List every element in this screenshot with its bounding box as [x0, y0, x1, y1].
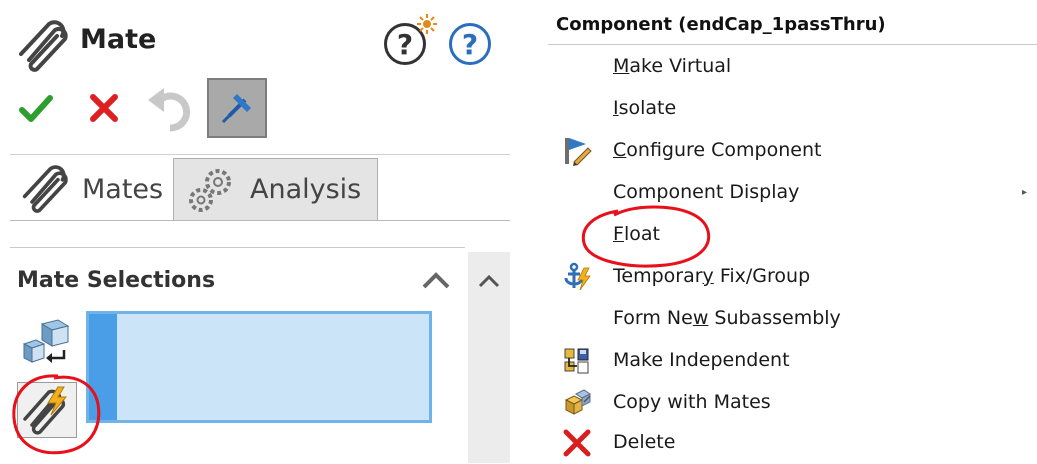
- scroll-up-arrow-icon[interactable]: [468, 266, 510, 296]
- vertical-scrollbar[interactable]: [468, 252, 510, 463]
- mate-selections-list[interactable]: [86, 311, 432, 423]
- gears-icon: [189, 168, 231, 212]
- menu-item-isolate[interactable]: Isolate: [548, 88, 1037, 130]
- multiple-mate-mode-button[interactable]: [17, 382, 77, 438]
- page-title: Mate: [80, 24, 157, 55]
- tab-mates-label: Mates: [82, 173, 164, 205]
- mate-property-manager: Mate ? ? Mates Analysis Mate Selections: [0, 0, 512, 463]
- menu-item-label: Configure Component: [613, 139, 822, 161]
- menu-item-label: Make Virtual: [613, 55, 732, 77]
- help-glyph: ?: [396, 27, 414, 61]
- menu-item-copy-with-mates[interactable]: Copy with Mates: [548, 382, 1037, 424]
- selection-list-active-bar: [89, 314, 117, 420]
- menu-item-delete[interactable]: Delete: [548, 422, 1037, 464]
- menu-item-label: Make Independent: [613, 349, 790, 371]
- tab-analysis[interactable]: Analysis: [173, 158, 378, 220]
- ok-button[interactable]: [18, 90, 54, 126]
- menu-item-make-independent[interactable]: Make Independent: [548, 340, 1037, 382]
- tab-mates[interactable]: Mates: [10, 158, 173, 220]
- menu-item-make-virtual[interactable]: Make Virtual: [548, 46, 1037, 88]
- entities-to-mate-icon: [20, 318, 72, 366]
- menu-item-temporary-fix-group[interactable]: Temporary Fix/Group: [548, 256, 1037, 298]
- context-menu-header-divider: [548, 44, 1037, 45]
- menu-item-label: Delete: [613, 431, 676, 453]
- tab-analysis-label: Analysis: [250, 174, 362, 205]
- paperclip-lightning-icon: [23, 386, 68, 435]
- help-glyph: ?: [461, 27, 479, 61]
- sun-badge-icon: [417, 14, 437, 34]
- copy-with-mates-icon: [564, 389, 591, 415]
- tab-bar: Mates Analysis: [10, 158, 510, 221]
- menu-item-label: Component Display: [613, 181, 800, 203]
- section-title-mate-selections: Mate Selections: [17, 268, 216, 293]
- collapse-chevron-icon[interactable]: [420, 270, 452, 290]
- component-context-menu: Component (endCap_1passThru) Make Virtua…: [548, 0, 1037, 463]
- menu-item-form-new-subassembly[interactable]: Form New Subassembly: [548, 298, 1037, 340]
- menu-item-label: Form New Subassembly: [613, 307, 841, 329]
- cancel-button[interactable]: [88, 92, 120, 124]
- delete-icon: [563, 429, 591, 457]
- menu-item-label: Float: [613, 223, 660, 245]
- menu-item-configure-component[interactable]: Configure Component: [548, 130, 1037, 172]
- configure-component-icon: [565, 138, 592, 166]
- menu-item-float[interactable]: Float: [548, 214, 1037, 256]
- paperclip-icon: [15, 20, 71, 72]
- menu-item-component-display[interactable]: Component Display ▸: [548, 172, 1037, 214]
- submenu-arrow-icon: ▸: [1022, 187, 1028, 198]
- help-button[interactable]: ?: [449, 23, 491, 65]
- group-box-top-border: [10, 247, 465, 248]
- menu-item-label: Temporary Fix/Group: [613, 265, 811, 287]
- undo-button[interactable]: [146, 86, 196, 132]
- anchor-icon: [564, 262, 591, 291]
- paperclip-icon: [22, 165, 68, 213]
- menu-item-label: Copy with Mates: [613, 391, 771, 413]
- toolbar-divider: [10, 154, 510, 155]
- pushpin-icon: [221, 94, 251, 124]
- context-menu-header: Component (endCap_1passThru): [556, 14, 886, 35]
- keep-visible-pushpin-button[interactable]: [207, 78, 267, 138]
- make-independent-icon: [564, 348, 589, 374]
- menu-item-label: Isolate: [613, 97, 677, 119]
